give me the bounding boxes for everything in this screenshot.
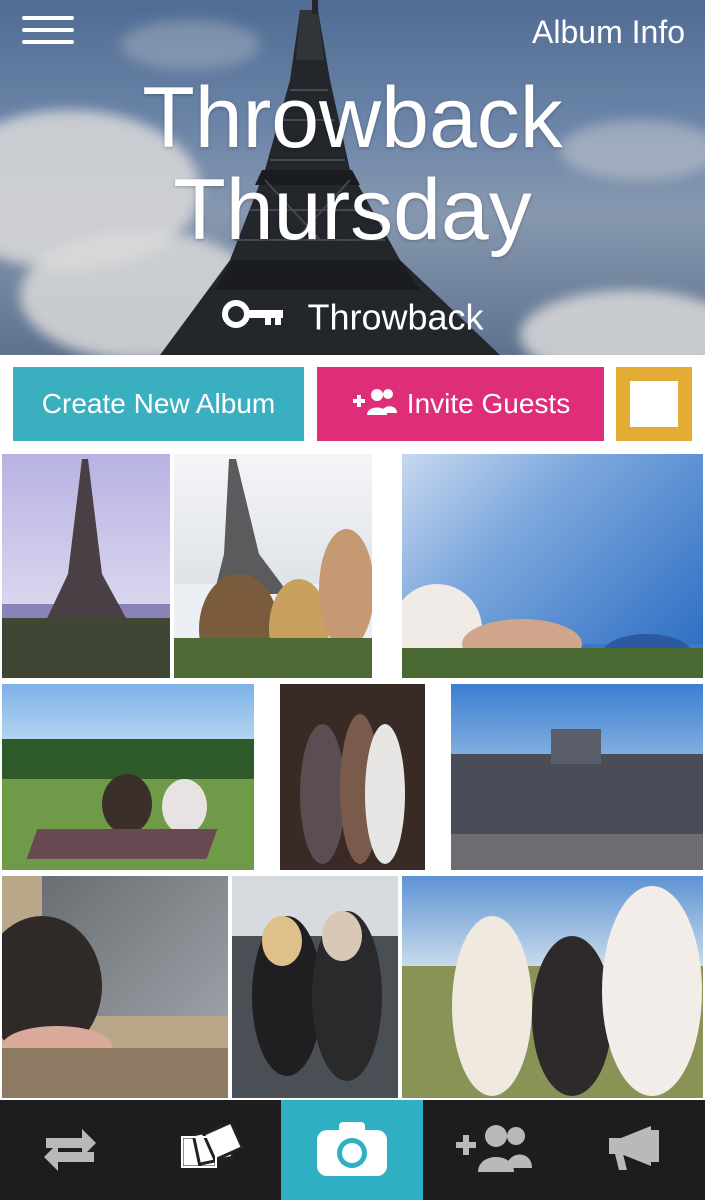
action-bar: Create New Album Invite Guests	[0, 355, 705, 450]
album-key-label: Throwback	[307, 296, 484, 338]
photos-tab[interactable]	[140, 1100, 281, 1200]
photo-tile[interactable]	[280, 684, 425, 870]
photos-icon	[178, 1120, 244, 1177]
add-guests-tab[interactable]	[423, 1100, 564, 1200]
album-title-line-1: Throwback	[142, 70, 563, 166]
megaphone-icon	[607, 1122, 663, 1178]
invite-guests-button[interactable]: Invite Guests	[317, 367, 604, 441]
photo-tile[interactable]	[2, 876, 228, 1098]
create-new-album-label: Create New Album	[41, 388, 276, 419]
photo-grid	[0, 452, 705, 1100]
menu-button[interactable]	[22, 14, 78, 46]
album-cover: Album Info Throwback Thursday Throwback	[0, 0, 705, 355]
photo-tile[interactable]	[2, 684, 254, 870]
photo-tile[interactable]	[402, 876, 703, 1098]
key-icon	[221, 296, 285, 338]
album-title-line-2: Thursday	[173, 162, 532, 258]
album-title: Throwback Thursday	[0, 72, 705, 256]
add-people-icon	[351, 386, 397, 423]
photo-tile[interactable]	[232, 876, 398, 1098]
photo-tile[interactable]	[402, 454, 703, 678]
switch-icon	[42, 1123, 98, 1177]
camera-icon	[315, 1118, 389, 1182]
announcements-tab[interactable]	[564, 1100, 705, 1200]
photo-tile[interactable]	[451, 684, 703, 870]
create-new-album-button[interactable]: Create New Album	[13, 367, 304, 441]
select-toggle-button[interactable]	[616, 367, 692, 441]
switch-album-tab[interactable]	[0, 1100, 140, 1200]
album-info-link[interactable]: Album Info	[532, 14, 685, 51]
invite-guests-label: Invite Guests	[406, 388, 571, 419]
album-key: Throwback	[0, 294, 705, 338]
photo-tile[interactable]	[2, 454, 170, 678]
add-guests-icon	[454, 1122, 534, 1178]
app-screen: Album Info Throwback Thursday Throwback …	[0, 0, 705, 1200]
camera-tab[interactable]	[281, 1100, 423, 1200]
photo-tile[interactable]	[174, 454, 372, 678]
bottom-nav	[0, 1100, 705, 1200]
